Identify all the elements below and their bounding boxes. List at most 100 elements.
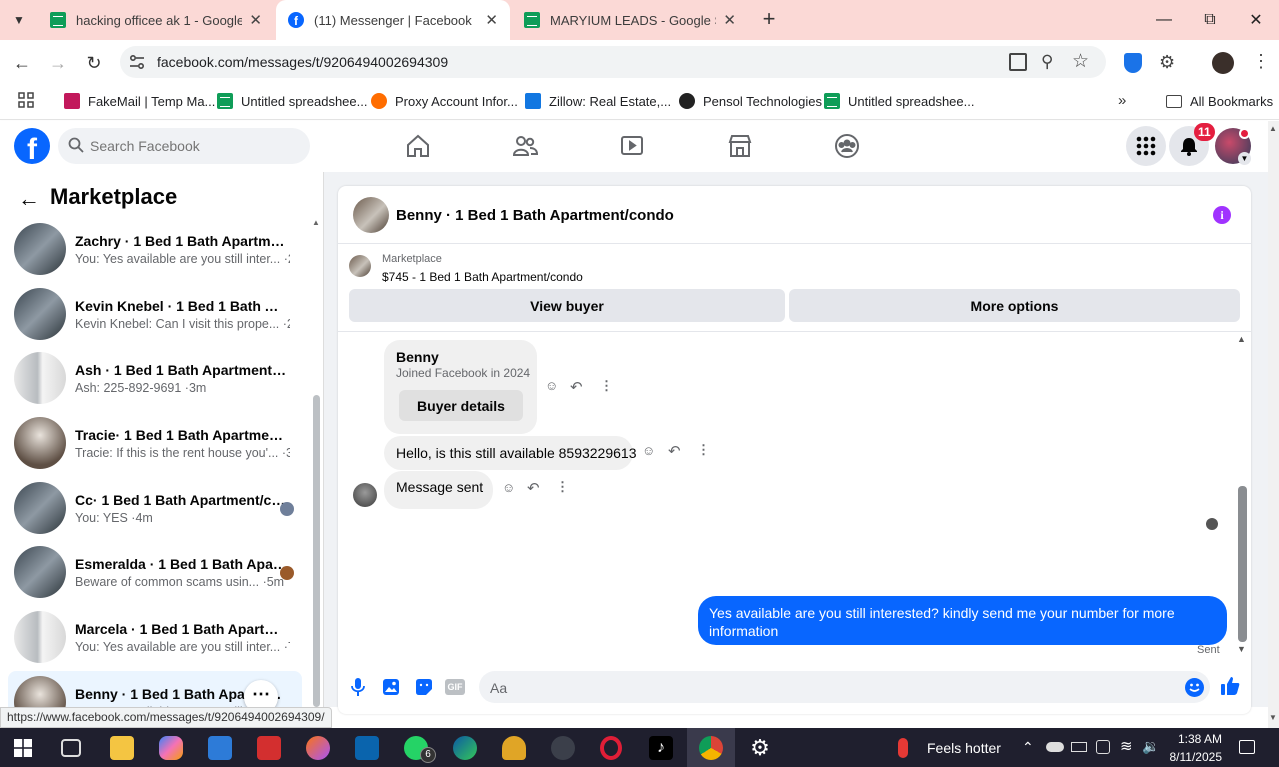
task-view-icon[interactable] (61, 739, 81, 757)
extension-shield-icon[interactable] (1124, 53, 1142, 73)
site-info-icon[interactable] (128, 53, 146, 71)
buyer-details-button[interactable]: Buyer details (399, 390, 523, 421)
home-icon[interactable] (404, 132, 432, 160)
app-purple-icon[interactable] (306, 736, 330, 760)
groups-icon[interactable] (833, 132, 861, 160)
bookmark-proxy[interactable]: Proxy Account Infor... (371, 91, 518, 111)
app-red-icon[interactable] (257, 736, 281, 760)
weather-text[interactable]: Feels hotter (927, 740, 1001, 756)
battery-icon[interactable] (1071, 742, 1087, 752)
info-icon[interactable]: i (1213, 206, 1231, 224)
page-scroll-up-icon[interactable]: ▲ (1269, 124, 1277, 133)
bookmark-spreadsheet-1[interactable]: Untitled spreadshee... (217, 91, 367, 111)
close-window-button[interactable]: ✕ (1233, 0, 1279, 40)
bookmark-fakemail[interactable]: FakeMail | Temp Ma... (64, 91, 215, 111)
bookmark-star-icon[interactable]: ☆ (1072, 50, 1089, 73)
photo-icon[interactable] (382, 678, 400, 696)
tab-sheet-2[interactable]: MARYIUM LEADS - Google Sheets ✕ (512, 0, 748, 40)
more-options-button[interactable]: More options (789, 289, 1240, 322)
profile-avatar[interactable] (1212, 52, 1234, 74)
clock-time[interactable]: 1:38 AM (1174, 732, 1222, 746)
video-icon[interactable] (618, 132, 646, 160)
zoom-icon[interactable]: ⚲ (1041, 52, 1053, 72)
more-actions-icon[interactable]: ⋮ (697, 442, 710, 458)
tab-sheet-1[interactable]: hacking officee ak 1 - Google Sh ✕ (38, 0, 274, 40)
chat-scroll-down-icon[interactable]: ▼ (1237, 644, 1246, 654)
tray-chevron-icon[interactable]: ⌃ (1022, 739, 1034, 756)
message-input[interactable] (479, 671, 1210, 703)
notification-center-icon[interactable] (1239, 740, 1255, 754)
react-emoji-icon[interactable]: ☺ (642, 443, 655, 458)
chat-scrollbar-thumb[interactable] (1238, 486, 1247, 642)
tiktok-icon[interactable]: ♪ (649, 736, 673, 760)
minimize-button[interactable]: — (1141, 0, 1187, 40)
camera-icon[interactable] (1096, 740, 1110, 754)
chrome-menu-icon[interactable]: ⋮ (1252, 51, 1270, 72)
file-explorer-icon[interactable] (110, 736, 134, 760)
conversation-more-button[interactable]: ⋯ (244, 680, 278, 707)
list-scroll-up-icon[interactable]: ▲ (312, 218, 320, 227)
like-icon[interactable] (1220, 676, 1240, 696)
medal-icon[interactable] (502, 736, 526, 760)
conversation-item[interactable]: Cc· 1 Bed 1 Bath Apartment/condo You: YES… (8, 477, 302, 539)
extensions-puzzle-icon[interactable]: ⚙ (1159, 52, 1175, 73)
conversation-item[interactable]: Esmeralda · 1 Bed 1 Bath Apartment/condo… (8, 541, 302, 603)
facebook-search[interactable] (58, 128, 310, 164)
more-actions-icon[interactable]: ⋮ (600, 378, 613, 394)
sticker-icon[interactable] (415, 678, 433, 696)
settings-gear-icon[interactable]: ⚙ (748, 736, 772, 760)
conversation-item[interactable]: Ash · 1 Bed 1 Bath Apartment/condo Ash: 2… (8, 347, 302, 409)
tab-search-button[interactable]: ▼ (8, 9, 30, 31)
new-tab-button[interactable]: + (758, 8, 780, 32)
friends-icon[interactable] (511, 132, 539, 160)
search-input[interactable] (90, 128, 300, 164)
reply-icon[interactable]: ↶ (527, 479, 540, 497)
account-chevron-icon[interactable]: ▼ (1238, 152, 1251, 165)
reload-button[interactable]: ↻ (82, 52, 106, 74)
close-tab-icon[interactable]: ✕ (723, 11, 736, 29)
bookmark-pensol[interactable]: Pensol Technologies (679, 91, 822, 111)
more-actions-icon[interactable]: ⋮ (556, 479, 569, 495)
react-emoji-icon[interactable]: ☺ (502, 480, 515, 495)
back-button[interactable]: ← (10, 52, 34, 74)
conversation-item[interactable]: Zachry · 1 Bed 1 Bath Apartment/condo You… (8, 218, 302, 280)
conversation-item[interactable]: Kevin Knebel · 1 Bed 1 Bath Apartment/co… (8, 283, 302, 345)
wifi-icon[interactable]: ≋ (1120, 737, 1133, 755)
marketplace-icon[interactable] (726, 132, 754, 160)
reply-icon[interactable]: ↶ (668, 442, 681, 460)
chat-scroll-up-icon[interactable]: ▲ (1237, 334, 1246, 344)
store-icon[interactable] (208, 736, 232, 760)
gif-icon[interactable]: GIF (445, 679, 465, 695)
close-tab-icon[interactable]: ✕ (485, 11, 498, 29)
outlook-icon[interactable] (355, 736, 379, 760)
chat-title[interactable]: Benny · 1 Bed 1 Bath Apartment/condo (396, 207, 674, 224)
back-arrow-icon[interactable]: ← (18, 186, 40, 212)
app-dark-icon[interactable] (551, 736, 575, 760)
facebook-logo[interactable]: f (14, 128, 50, 164)
all-bookmarks[interactable]: All Bookmarks (1166, 91, 1273, 111)
view-buyer-button[interactable]: View buyer (349, 289, 785, 322)
conversation-item[interactable]: Tracie· 1 Bed 1 Bath Apartment/condo Trac… (8, 412, 302, 474)
edge-icon[interactable] (453, 736, 477, 760)
page-scrollbar[interactable] (1268, 121, 1279, 728)
reply-icon[interactable]: ↶ (570, 378, 583, 396)
copilot-icon[interactable] (159, 736, 183, 760)
install-app-icon[interactable] (1009, 53, 1027, 71)
microphone-icon[interactable] (350, 677, 366, 697)
windows-start-icon[interactable] (14, 739, 32, 757)
list-scrollbar-thumb[interactable] (313, 395, 320, 707)
apps-grid-icon[interactable] (18, 92, 34, 108)
volume-icon[interactable]: 🔉 (1142, 738, 1159, 755)
emoji-icon[interactable] (1185, 678, 1204, 697)
bookmark-spreadsheet-2[interactable]: Untitled spreadshee... (824, 91, 974, 111)
bookmark-zillow[interactable]: Zillow: Real Estate,... (525, 91, 671, 111)
more-bookmarks-chevron-icon[interactable]: » (1118, 92, 1126, 109)
listing-title[interactable]: $745 - 1 Bed 1 Bath Apartment/condo (382, 270, 583, 284)
onedrive-icon[interactable] (1046, 742, 1064, 752)
page-scroll-down-icon[interactable]: ▼ (1269, 713, 1277, 722)
tab-messenger[interactable]: f (11) Messenger | Facebook ✕ (276, 0, 510, 40)
react-emoji-icon[interactable]: ☺ (545, 378, 558, 393)
forward-button[interactable]: → (46, 52, 70, 74)
menu-grid-button[interactable] (1126, 126, 1166, 166)
clock-date[interactable]: 8/11/2025 (1164, 750, 1223, 764)
